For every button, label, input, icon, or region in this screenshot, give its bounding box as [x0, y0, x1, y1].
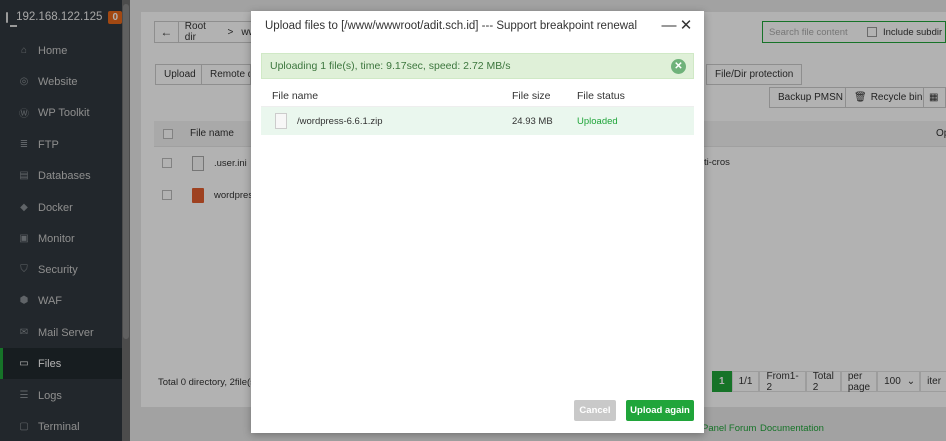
close-icon[interactable]: ✕ — [680, 17, 693, 34]
upload-file-status: Uploaded — [577, 116, 618, 127]
column-file-size: File size — [512, 90, 551, 102]
minimize-icon[interactable]: — — [662, 17, 677, 34]
upload-progress-banner: Uploading 1 file(s), time: 9.17sec, spee… — [261, 53, 694, 79]
close-circle-icon[interactable]: ✕ — [671, 59, 686, 74]
upload-file-size: 24.93 MB — [512, 116, 553, 127]
upload-row: /wordpress-6.6.1.zip 24.93 MB Uploaded — [261, 107, 694, 135]
upload-progress-text: Uploading 1 file(s), time: 9.17sec, spee… — [270, 60, 511, 72]
upload-again-button[interactable]: Upload again — [626, 400, 694, 421]
file-icon — [275, 113, 287, 129]
cancel-button[interactable]: Cancel — [574, 400, 616, 421]
upload-table-header: File name File size File status — [261, 85, 694, 107]
column-file-status: File status — [577, 90, 625, 102]
modal-title: Upload files to [/www/wwwroot/adit.sch.i… — [265, 20, 637, 32]
upload-file-name: /wordpress-6.6.1.zip — [297, 116, 383, 127]
upload-modal: Upload files to [/www/wwwroot/adit.sch.i… — [251, 11, 704, 433]
column-file-name: File name — [272, 90, 319, 102]
